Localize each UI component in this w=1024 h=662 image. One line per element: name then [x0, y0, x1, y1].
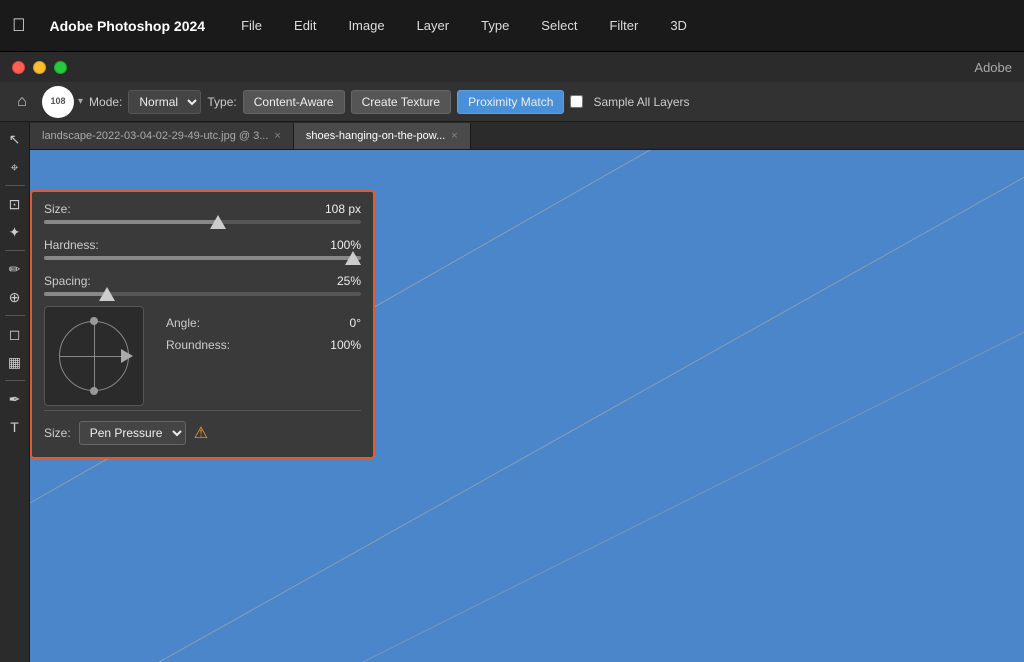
roundness-label: Roundness: — [166, 338, 230, 352]
content-aware-button[interactable]: Content-Aware — [243, 90, 345, 114]
gradient-tool[interactable]: ▦ — [2, 349, 28, 375]
hardness-label: Hardness: — [44, 238, 99, 252]
spacing-slider-thumb[interactable] — [99, 287, 115, 301]
tool-separator-1 — [5, 185, 25, 186]
tabs-bar: landscape-2022-03-04-02-29-49-utc.jpg @ … — [30, 122, 1024, 150]
size-value: 108 px — [325, 202, 361, 216]
angle-row: Angle: 0° — [166, 316, 361, 330]
proximity-match-button[interactable]: Proximity Match — [457, 90, 564, 114]
app-name: Adobe Photoshop 2024 — [50, 18, 206, 34]
brush-tool[interactable]: ✏ — [2, 256, 28, 282]
menu-filter[interactable]: Filter — [603, 14, 644, 37]
maximize-button[interactable] — [54, 61, 67, 74]
sample-all-layers-label: Sample All Layers — [593, 95, 689, 109]
brush-handle-bottom[interactable] — [90, 387, 98, 395]
size-control-row: Size: Pen Pressure ⚠ — [44, 421, 361, 445]
spot-heal-tool[interactable]: ✦ — [2, 219, 28, 245]
hardness-row: Hardness: 100% — [44, 238, 361, 252]
hardness-slider-fill — [44, 256, 361, 260]
type-label: Type: — [207, 95, 236, 109]
roundness-value: 100% — [330, 338, 361, 352]
angle-value: 0° — [350, 316, 361, 330]
menu-edit[interactable]: Edit — [288, 14, 322, 37]
apple-logo-icon:  — [12, 15, 26, 36]
brush-params: Angle: 0° Roundness: 100% — [166, 306, 361, 356]
panel-divider — [44, 410, 361, 411]
size-row: Size: 108 px — [44, 202, 361, 216]
roundness-row: Roundness: 100% — [166, 338, 361, 352]
sample-all-layers-checkbox[interactable] — [570, 95, 583, 108]
tab-shoes[interactable]: shoes-hanging-on-the-pow... × — [294, 123, 471, 149]
size-slider-thumb[interactable] — [210, 215, 226, 229]
tab-landscape-label: landscape-2022-03-04-02-29-49-utc.jpg @ … — [42, 130, 268, 142]
create-texture-button[interactable]: Create Texture — [351, 90, 452, 114]
hardness-slider-thumb[interactable] — [345, 251, 361, 265]
toolbar: ⌂ 108 ▾ Mode: Normal Type: Content-Aware… — [0, 82, 1024, 122]
adobe-label: Adobe — [974, 60, 1012, 75]
tool-separator-3 — [5, 315, 25, 316]
tab-shoes-close[interactable]: × — [451, 130, 457, 142]
left-sidebar: ↖ ⌖ ⊡ ✦ ✏ ⊕ ◻ ▦ ✒ T — [0, 122, 30, 662]
pen-tool[interactable]: ✒ — [2, 386, 28, 412]
tab-landscape-close[interactable]: × — [274, 130, 280, 142]
menu-type[interactable]: Type — [475, 14, 515, 37]
tool-separator-4 — [5, 380, 25, 381]
brush-handle-right[interactable] — [121, 349, 133, 363]
brush-size-display: 108 — [50, 97, 65, 106]
mode-label: Mode: — [89, 95, 122, 109]
menu-layer[interactable]: Layer — [411, 14, 456, 37]
lasso-tool[interactable]: ⌖ — [2, 154, 28, 180]
size-label: Size: — [44, 202, 71, 216]
angle-label: Angle: — [166, 316, 200, 330]
spacing-slider-fill — [44, 292, 107, 296]
crosshair-v — [94, 322, 95, 390]
brush-shape-preview — [44, 306, 144, 406]
hardness-slider[interactable] — [44, 256, 361, 260]
menu-file[interactable]: File — [235, 14, 268, 37]
spacing-slider[interactable] — [44, 292, 361, 296]
tool-separator-2 — [5, 250, 25, 251]
warning-icon: ⚠ — [194, 423, 208, 443]
brush-popup-panel: Size: 108 px Hardness: 100% Spacing: 25% — [30, 190, 375, 459]
brush-preset-picker[interactable]: 108 ▾ — [42, 86, 83, 118]
clone-tool[interactable]: ⊕ — [2, 284, 28, 310]
hardness-value: 100% — [330, 238, 361, 252]
main-area: ↖ ⌖ ⊡ ✦ ✏ ⊕ ◻ ▦ ✒ T landscape-2022-03-04… — [0, 122, 1024, 662]
spacing-value: 25% — [337, 274, 361, 288]
brush-handle-top[interactable] — [90, 317, 98, 325]
menu-3d[interactable]: 3D — [664, 14, 693, 37]
size-control-dropdown[interactable]: Pen Pressure — [79, 421, 186, 445]
tab-landscape[interactable]: landscape-2022-03-04-02-29-49-utc.jpg @ … — [30, 123, 294, 149]
menu-select[interactable]: Select — [535, 14, 583, 37]
tab-shoes-label: shoes-hanging-on-the-pow... — [306, 130, 445, 142]
home-icon[interactable]: ⌂ — [8, 88, 36, 116]
spacing-label: Spacing: — [44, 274, 91, 288]
spacing-row: Spacing: 25% — [44, 274, 361, 288]
menu-bar:  Adobe Photoshop 2024 File Edit Image L… — [0, 0, 1024, 52]
move-tool[interactable]: ↖ — [2, 126, 28, 152]
brush-circle-preview — [59, 321, 129, 391]
minimize-button[interactable] — [33, 61, 46, 74]
mode-dropdown[interactable]: Normal — [128, 90, 201, 114]
size-slider-fill — [44, 220, 218, 224]
size-control-label: Size: — [44, 426, 71, 440]
brush-preview[interactable]: 108 — [42, 86, 74, 118]
size-slider[interactable] — [44, 220, 361, 224]
type-tool[interactable]: T — [2, 414, 28, 440]
eraser-tool[interactable]: ◻ — [2, 321, 28, 347]
angle-roundness-section: Angle: 0° Roundness: 100% — [44, 306, 361, 406]
menu-image[interactable]: Image — [342, 14, 390, 37]
window-controls: Adobe — [0, 52, 1024, 82]
crop-tool[interactable]: ⊡ — [2, 191, 28, 217]
close-button[interactable] — [12, 61, 25, 74]
brush-dropdown-arrow[interactable]: ▾ — [78, 96, 83, 107]
